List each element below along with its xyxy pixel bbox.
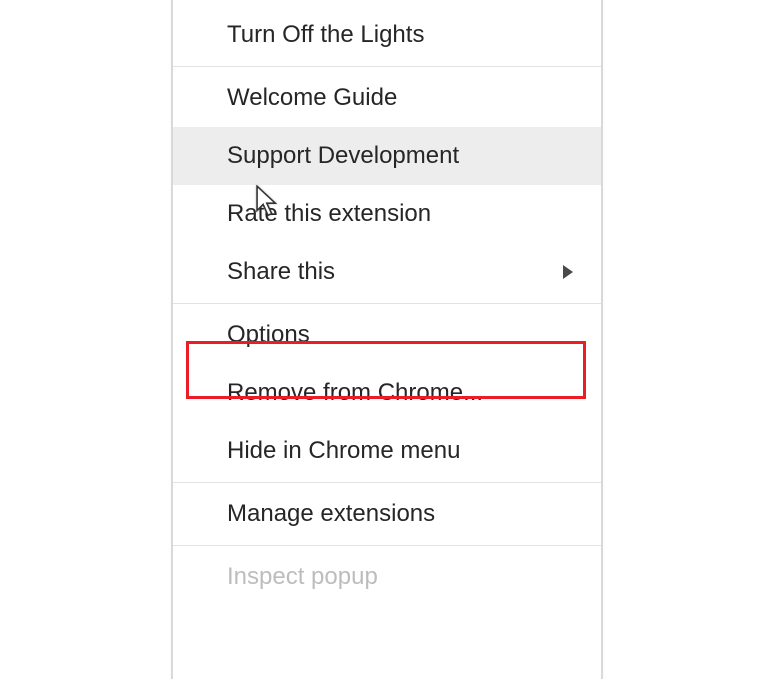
menu-divider [173,66,601,67]
menu-item-welcome-guide[interactable]: Welcome Guide [173,69,601,127]
chevron-right-icon [563,265,573,279]
menu-item-rate-extension[interactable]: Rate this extension [173,185,601,243]
menu-item-hide-in-chrome-menu[interactable]: Hide in Chrome menu [173,422,601,480]
menu-item-options[interactable]: Options [173,306,601,364]
menu-item-support-development[interactable]: Support Development [173,127,601,185]
menu-divider [173,303,601,304]
menu-item-label: Support Development [227,141,459,171]
menu-item-share-this[interactable]: Share this [173,243,601,301]
menu-item-label: Share this [227,257,335,287]
menu-divider [173,545,601,546]
menu-item-label: Turn Off the Lights [227,20,424,50]
menu-item-label: Remove from Chrome... [227,378,483,408]
menu-item-label: Options [227,320,310,350]
menu-item-manage-extensions[interactable]: Manage extensions [173,485,601,543]
menu-item-turn-off-lights[interactable]: Turn Off the Lights [173,6,601,64]
menu-item-remove-from-chrome[interactable]: Remove from Chrome... [173,364,601,422]
menu-item-label: Manage extensions [227,499,435,529]
menu-divider [173,482,601,483]
menu-item-label: Hide in Chrome menu [227,436,460,466]
menu-item-label: Rate this extension [227,199,431,229]
menu-item-inspect-popup: Inspect popup [173,548,601,606]
context-menu: Turn Off the Lights Welcome Guide Suppor… [171,0,603,679]
menu-item-label: Welcome Guide [227,83,397,113]
menu-item-label: Inspect popup [227,562,378,592]
